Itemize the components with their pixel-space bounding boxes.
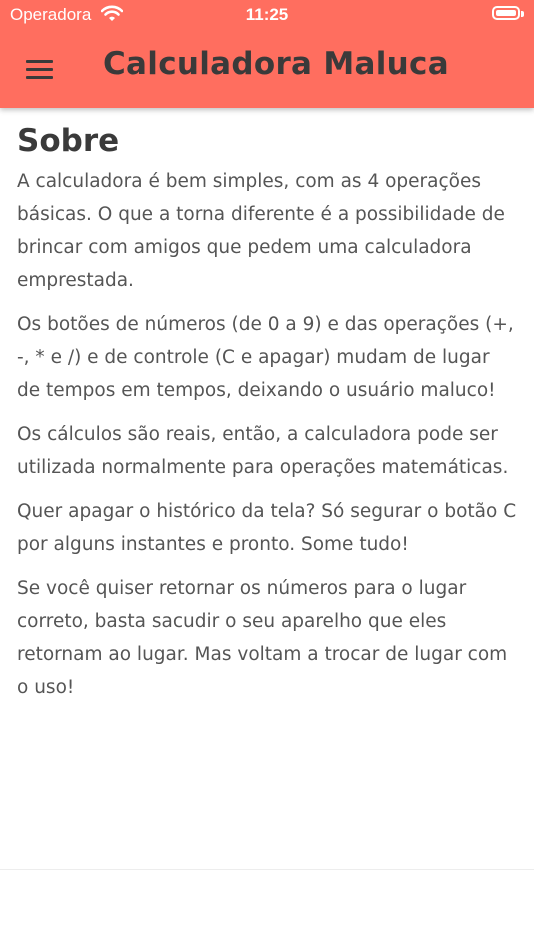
about-paragraph: Quer apagar o histórico da tela? Só segu… [17, 501, 517, 555]
about-paragraph: Os cálculos são reais, então, a calculad… [17, 424, 509, 478]
battery-cap [521, 11, 524, 17]
status-time: 11:25 [245, 5, 289, 24]
app-title: Calculadora Maluca [103, 46, 449, 82]
status-bar: Operadora 11:25 [0, 0, 534, 32]
about-paragraph: Se você quiser retornar os números para … [17, 578, 508, 698]
bottom-area [0, 869, 534, 951]
about-paragraph: A calculadora é bem simples, com as 4 op… [17, 171, 505, 291]
app-header: Operadora 11:25 Calculadora Maluca [0, 0, 534, 108]
about-section: Sobre A calculadora é bem simples, com a… [17, 123, 517, 715]
battery-icon [492, 6, 520, 20]
page-heading: Sobre [17, 123, 120, 159]
menu-button[interactable] [22, 52, 58, 86]
about-paragraph: Os botões de números (de 0 a 9) e das op… [17, 314, 514, 401]
